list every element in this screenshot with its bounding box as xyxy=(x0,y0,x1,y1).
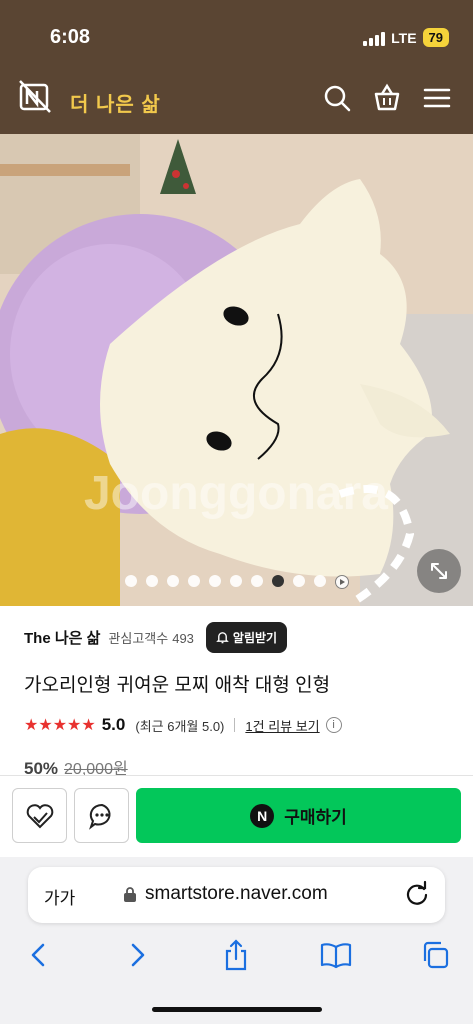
forward-icon[interactable] xyxy=(118,935,158,975)
gallery-dot[interactable] xyxy=(166,575,179,587)
chat-button[interactable] xyxy=(74,788,129,843)
rating-stars: ★★★★★ xyxy=(24,717,96,734)
followers-number: 493 xyxy=(172,630,194,646)
battery-level: 79 xyxy=(422,28,449,47)
gallery-dot[interactable] xyxy=(208,575,221,587)
product-image-gallery[interactable]: Joonggonara xyxy=(0,134,473,606)
app-header: 6:08 LTE 79 더 나은 삶 xyxy=(0,0,473,134)
brand-name[interactable]: The 나은 삶 xyxy=(24,627,100,648)
text-size-button[interactable]: 가가 xyxy=(44,884,75,909)
plush-toy-image: Joonggonara xyxy=(0,134,473,606)
status-time: 6:08 xyxy=(50,26,91,48)
divider xyxy=(234,718,236,732)
url-text: smartstore.naver.com xyxy=(145,883,328,904)
expand-icon[interactable] xyxy=(417,549,461,593)
followers-count: 관심고객수 493 xyxy=(108,628,194,647)
address-bar[interactable]: 가가 smartstore.naver.com xyxy=(28,867,445,923)
reload-icon[interactable] xyxy=(403,880,431,908)
tabs-icon[interactable] xyxy=(415,935,455,975)
gallery-dot[interactable] xyxy=(313,575,326,587)
recent-rating: (최근 6개월 5.0) xyxy=(135,718,225,734)
gallery-dot[interactable] xyxy=(124,575,137,587)
store-name[interactable]: 더 나은 삶 xyxy=(70,88,161,117)
heart-icon xyxy=(26,803,53,828)
review-link[interactable]: 1건 리뷰 보기 xyxy=(245,716,319,735)
back-icon[interactable] xyxy=(18,935,58,975)
network-type: LTE xyxy=(391,29,417,46)
rating-row: ★★★★★ 5.0 (최근 6개월 5.0) 1건 리뷰 보기 i xyxy=(24,714,342,736)
buy-label: 구매하기 xyxy=(284,808,347,827)
search-icon[interactable] xyxy=(321,82,353,114)
naver-n-icon: N xyxy=(250,803,275,828)
share-icon[interactable] xyxy=(216,935,256,975)
crossed-logo-icon[interactable] xyxy=(18,78,52,114)
watermark-text: Joonggonara xyxy=(84,467,388,520)
browser-toolbar: 가가 smartstore.naver.com xyxy=(0,857,473,1024)
gallery-dot[interactable] xyxy=(187,575,200,587)
product-title: 가오리인형 귀여운 모찌 애착 대형 인형 xyxy=(24,675,331,696)
shopping-bag-icon[interactable] xyxy=(371,82,403,114)
gallery-dot[interactable] xyxy=(145,575,158,587)
store-info-row: The 나은 삶 관심고객수 493 알림받기 xyxy=(24,620,454,654)
buy-button[interactable]: N 구매하기 xyxy=(136,788,461,843)
home-indicator xyxy=(152,1007,322,1012)
wishlist-button[interactable] xyxy=(12,788,67,843)
url-display[interactable]: smartstore.naver.com xyxy=(123,883,328,905)
chat-bubble-icon xyxy=(88,803,111,830)
followers-label: 관심고객수 xyxy=(108,630,169,646)
purchase-bar: N 구매하기 xyxy=(0,775,473,857)
gallery-dot-active[interactable] xyxy=(271,575,284,587)
notify-label: 알림받기 xyxy=(232,630,278,645)
store-bar: 더 나은 삶 xyxy=(0,70,473,134)
menu-icon[interactable] xyxy=(421,82,453,114)
status-indicators: LTE 79 xyxy=(363,28,449,47)
bookmarks-icon[interactable] xyxy=(316,935,356,975)
info-icon[interactable]: i xyxy=(325,717,342,733)
gallery-pagination xyxy=(0,575,473,589)
gallery-dot[interactable] xyxy=(250,575,263,587)
cellular-signal-icon xyxy=(363,30,386,46)
status-bar: 6:08 LTE 79 xyxy=(0,0,473,70)
rating-score: 5.0 xyxy=(101,715,126,734)
notify-button[interactable]: 알림받기 xyxy=(205,621,288,653)
lock-icon xyxy=(124,886,136,902)
browser-nav xyxy=(0,935,473,985)
gallery-dot[interactable] xyxy=(292,575,305,587)
play-video-icon[interactable] xyxy=(334,575,349,589)
gallery-dot[interactable] xyxy=(229,575,242,587)
bell-plus-icon xyxy=(216,631,229,643)
